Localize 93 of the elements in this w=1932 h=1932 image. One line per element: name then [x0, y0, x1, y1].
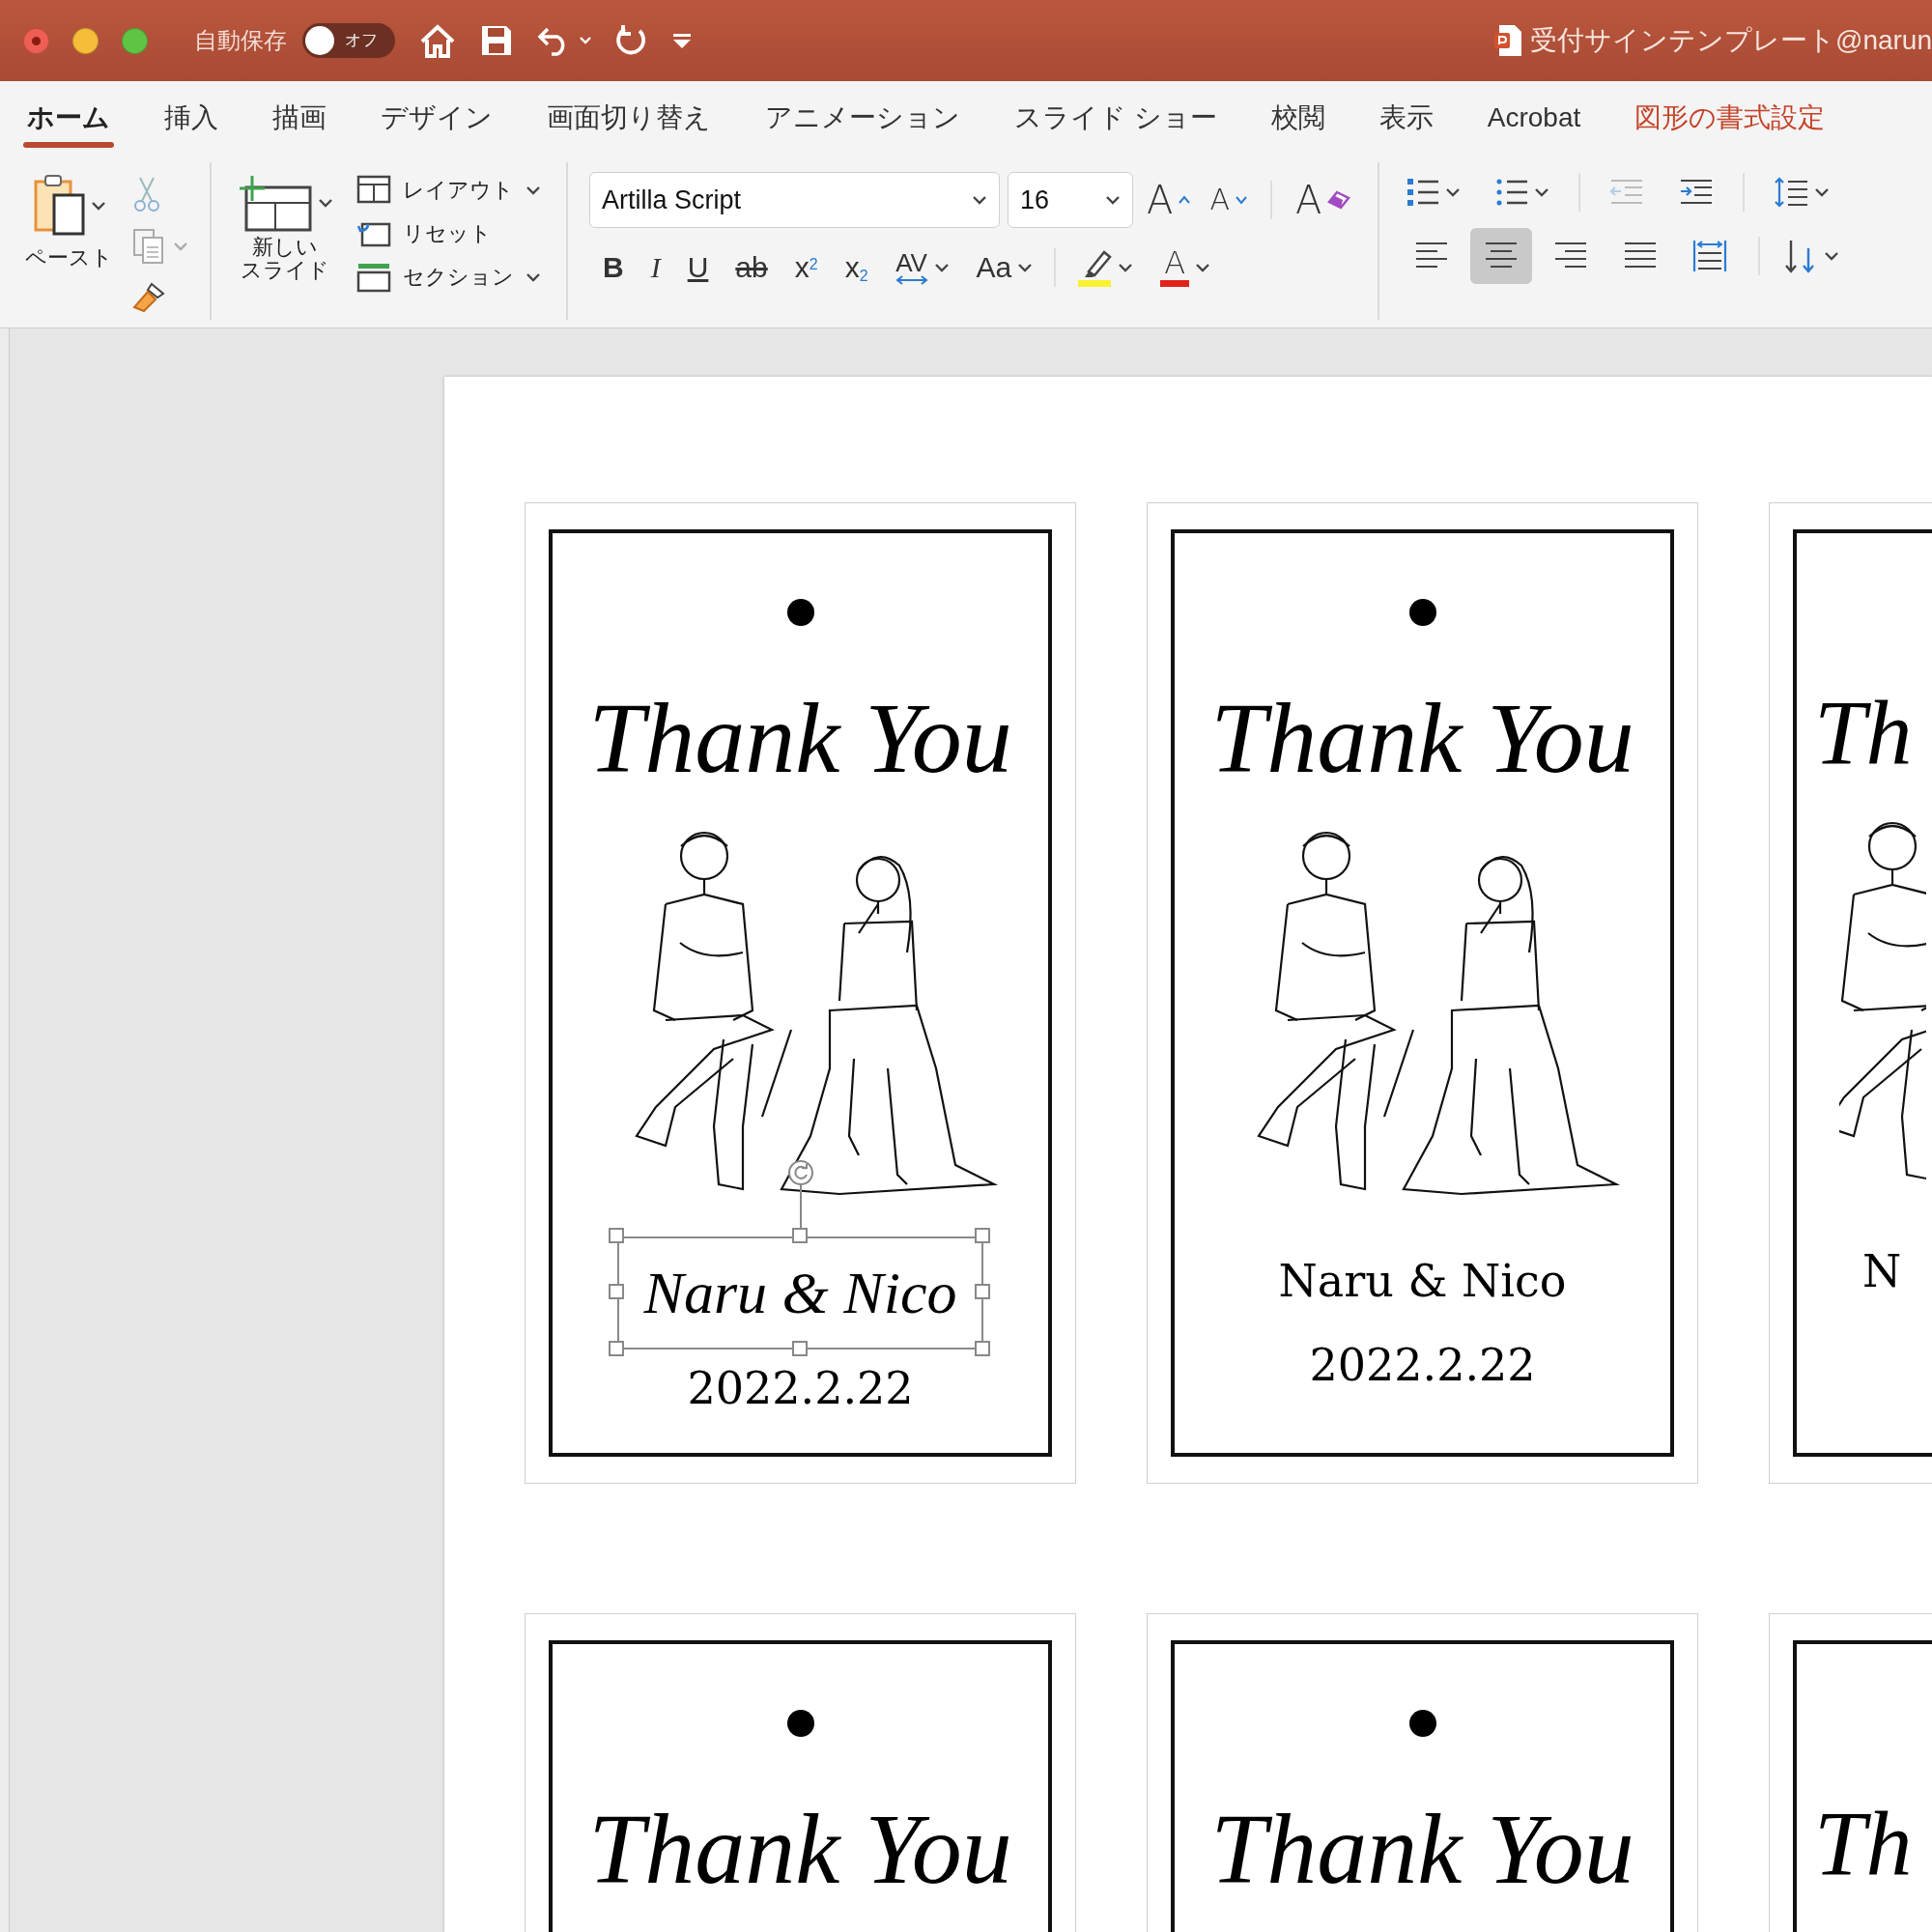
ribbon-tab[interactable]: デザイン [375, 86, 498, 150]
file-icon [1492, 24, 1522, 57]
resize-handle[interactable] [608, 1284, 624, 1300]
ribbon-tab[interactable]: 挿入 [158, 86, 224, 150]
couple-names: N [1862, 1244, 1902, 1300]
window-title: 受付サインテンプレート@narun [1529, 24, 1932, 57]
caret-icon[interactable] [1814, 187, 1831, 197]
layout-icon [356, 174, 391, 206]
caret-icon[interactable] [526, 271, 541, 282]
font-size-field[interactable]: 16 [1008, 172, 1133, 228]
resize-handle[interactable] [975, 1284, 991, 1300]
grow-font-button[interactable]: A [1141, 177, 1197, 223]
thank-you-text: Thank You [588, 681, 1012, 795]
paste-button[interactable]: ペースト [21, 172, 117, 310]
caret-icon[interactable] [1824, 251, 1840, 261]
outdent-icon [1609, 178, 1645, 207]
caret-icon[interactable] [1118, 262, 1134, 272]
couple-names: Naru & Nico [1278, 1253, 1567, 1309]
caret-icon[interactable] [318, 198, 333, 208]
double-arrow-icon [895, 274, 928, 285]
ribbon-tab[interactable]: 画面切り替え [541, 86, 717, 150]
thank-you-text: Th [1814, 680, 1913, 786]
new-slide-icon [237, 174, 314, 232]
caret-icon[interactable] [972, 195, 987, 205]
caret-icon[interactable] [933, 262, 950, 272]
indent-icon [1679, 178, 1715, 207]
brush-icon[interactable] [132, 280, 167, 313]
thank-you-text: Thank You [1210, 1792, 1634, 1906]
clear-formatting-button[interactable]: A [1289, 177, 1357, 223]
ribbon-command[interactable]: レイアウト [353, 172, 545, 208]
home-icon[interactable] [418, 22, 457, 59]
ribbon-tab[interactable]: 図形の書式設定 [1629, 86, 1832, 150]
hole-dot [1408, 599, 1436, 626]
ribbon-tab[interactable]: アニメーション [759, 86, 966, 150]
thank-you-text: Thank You [588, 1792, 1012, 1906]
caret-up-icon [1179, 195, 1191, 205]
clipboard-icon [32, 174, 87, 238]
format-button[interactable]: AV [889, 245, 955, 289]
close-button[interactable] [23, 27, 49, 54]
ribbon-tab[interactable]: 表示 [1373, 86, 1439, 150]
ribbon-command[interactable]: セクション [353, 259, 545, 295]
caret-icon[interactable] [1445, 187, 1462, 197]
ribbon-tab[interactable]: 描画 [267, 86, 332, 150]
ribbon-tab[interactable]: Acrobat [1481, 86, 1587, 150]
resize-handle[interactable] [975, 1340, 991, 1356]
ribbon-tab[interactable]: ホーム [21, 86, 116, 150]
rotate-handle[interactable] [786, 1158, 814, 1229]
format-button[interactable]: x$_{2}$ [838, 248, 874, 286]
ribbon-command[interactable]: リセット [353, 215, 545, 251]
thank-you-text: Thank You [1210, 681, 1634, 795]
bullet-list-icon [1406, 177, 1440, 208]
align-center-button[interactable] [1470, 228, 1533, 284]
font-color-button[interactable]: A [1154, 243, 1217, 291]
format-button[interactable]: I [644, 248, 667, 286]
hole-dot [786, 599, 814, 626]
minimize-button[interactable] [72, 27, 99, 54]
date-text: 2022.2.22 [1309, 1337, 1536, 1393]
autosave-label: 自動保存 [194, 26, 287, 55]
caret-icon [1235, 195, 1247, 205]
thank-you-text: Th [1814, 1791, 1913, 1897]
customize-icon[interactable] [671, 32, 693, 49]
format-button[interactable]: ab [729, 248, 774, 286]
resize-handle[interactable] [791, 1340, 808, 1356]
numbered-list-icon [1495, 177, 1529, 208]
date-text: 2022.2.22 [687, 1360, 914, 1416]
caret-icon[interactable] [90, 201, 106, 211]
shrink-font-button[interactable]: A [1204, 182, 1253, 218]
caret-icon[interactable] [526, 185, 541, 195]
section-icon [356, 261, 391, 293]
eraser-icon [1327, 190, 1351, 210]
line-spacing-icon [1774, 176, 1809, 209]
format-button[interactable]: Aa [970, 248, 1039, 286]
align-distribute-icon [1692, 240, 1728, 272]
couple-names: Naru & Nico [643, 1258, 957, 1327]
caret-icon[interactable] [1534, 187, 1550, 197]
caret-icon[interactable] [1195, 262, 1211, 272]
hole-dot [1408, 1710, 1436, 1737]
resize-handle[interactable] [608, 1340, 624, 1356]
save-icon[interactable] [480, 24, 513, 57]
caret-icon[interactable] [1017, 262, 1034, 272]
format-button[interactable]: B [597, 248, 630, 286]
resize-handle[interactable] [791, 1227, 808, 1243]
font-name-field[interactable]: Artilla Script [589, 172, 1000, 228]
autosave-toggle[interactable]: オフ [302, 23, 395, 58]
format-button[interactable]: U [681, 248, 715, 286]
format-button[interactable]: x$^{2}$ [788, 248, 824, 286]
hole-dot [786, 1710, 814, 1737]
new-slide-button[interactable]: 新しい スライド [233, 172, 337, 310]
resize-handle[interactable] [608, 1227, 624, 1243]
ribbon-tab[interactable]: スライド ショー [1009, 86, 1223, 150]
ribbon-tab[interactable]: 校閲 [1264, 86, 1331, 150]
caret-icon[interactable] [1105, 195, 1121, 205]
resize-handle[interactable] [975, 1227, 991, 1243]
